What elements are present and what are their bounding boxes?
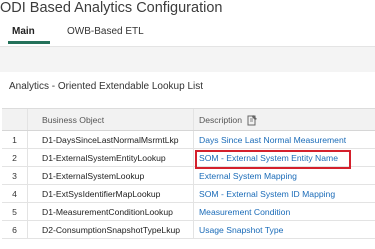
business-object-cell: D1-ExtSysIdentifierMapLookup xyxy=(28,185,194,202)
header-business-object[interactable]: Business Object xyxy=(28,109,194,130)
toolbar-band xyxy=(0,46,375,72)
row-number: 5 xyxy=(2,203,28,220)
active-tab-indicator xyxy=(8,41,50,44)
row-number: 1 xyxy=(2,131,28,148)
description-link[interactable]: Measurement Condition xyxy=(194,203,290,220)
table-row[interactable]: 1 D1-DaysSinceLastNormalMsrmtLkp Days Si… xyxy=(2,131,375,149)
header-description-label: Description xyxy=(199,114,242,125)
section-title: Analytics - Oriented Extendable Lookup L… xyxy=(9,81,203,92)
tab-main[interactable]: Main xyxy=(12,26,35,37)
description-link[interactable]: Usage Snapshot Type xyxy=(194,221,283,238)
business-object-cell: D1-MeasurementConditionLookup xyxy=(28,203,194,220)
tab-owb-based-etl[interactable]: OWB-Based ETL xyxy=(67,26,144,37)
table-row[interactable]: 3 D1-ExternalSystemLookup External Syste… xyxy=(2,167,375,185)
description-link[interactable]: SOM - External System ID Mapping xyxy=(194,185,335,202)
row-number: 3 xyxy=(2,167,28,184)
table-row[interactable]: 6 D2-ConsumptionSnapshotTypeLkup Usage S… xyxy=(2,221,375,239)
description-link[interactable]: Days Since Last Normal Measurement xyxy=(194,131,346,148)
header-row-number xyxy=(2,109,28,130)
highlight-box xyxy=(195,150,351,169)
description-link[interactable]: External System Mapping xyxy=(194,167,297,184)
table-row[interactable]: 5 D1-MeasurementConditionLookup Measurem… xyxy=(2,203,375,221)
business-object-cell: D1-ExternalSystemEntityLookup xyxy=(28,149,194,166)
tab-bar: Main OWB-Based ETL xyxy=(0,22,375,44)
row-number: 6 xyxy=(2,221,28,238)
page-title: ODI Based Analytics Configuration xyxy=(0,0,223,16)
business-object-cell: D2-ConsumptionSnapshotTypeLkup xyxy=(28,221,194,238)
row-number: 2 xyxy=(2,149,28,166)
table-row[interactable]: 4 D1-ExtSysIdentifierMapLookup SOM - Ext… xyxy=(2,185,375,203)
header-description[interactable]: Description xyxy=(194,109,258,130)
grid-header-row: Business Object Description xyxy=(2,109,375,131)
business-object-cell: D1-DaysSinceLastNormalMsrmtLkp xyxy=(28,131,194,148)
lookup-grid: Business Object Description 1 D1-DaysSin… xyxy=(2,108,375,239)
business-object-cell: D1-ExternalSystemLookup xyxy=(28,167,194,184)
row-number: 4 xyxy=(2,185,28,202)
edit-document-icon[interactable] xyxy=(247,114,258,126)
